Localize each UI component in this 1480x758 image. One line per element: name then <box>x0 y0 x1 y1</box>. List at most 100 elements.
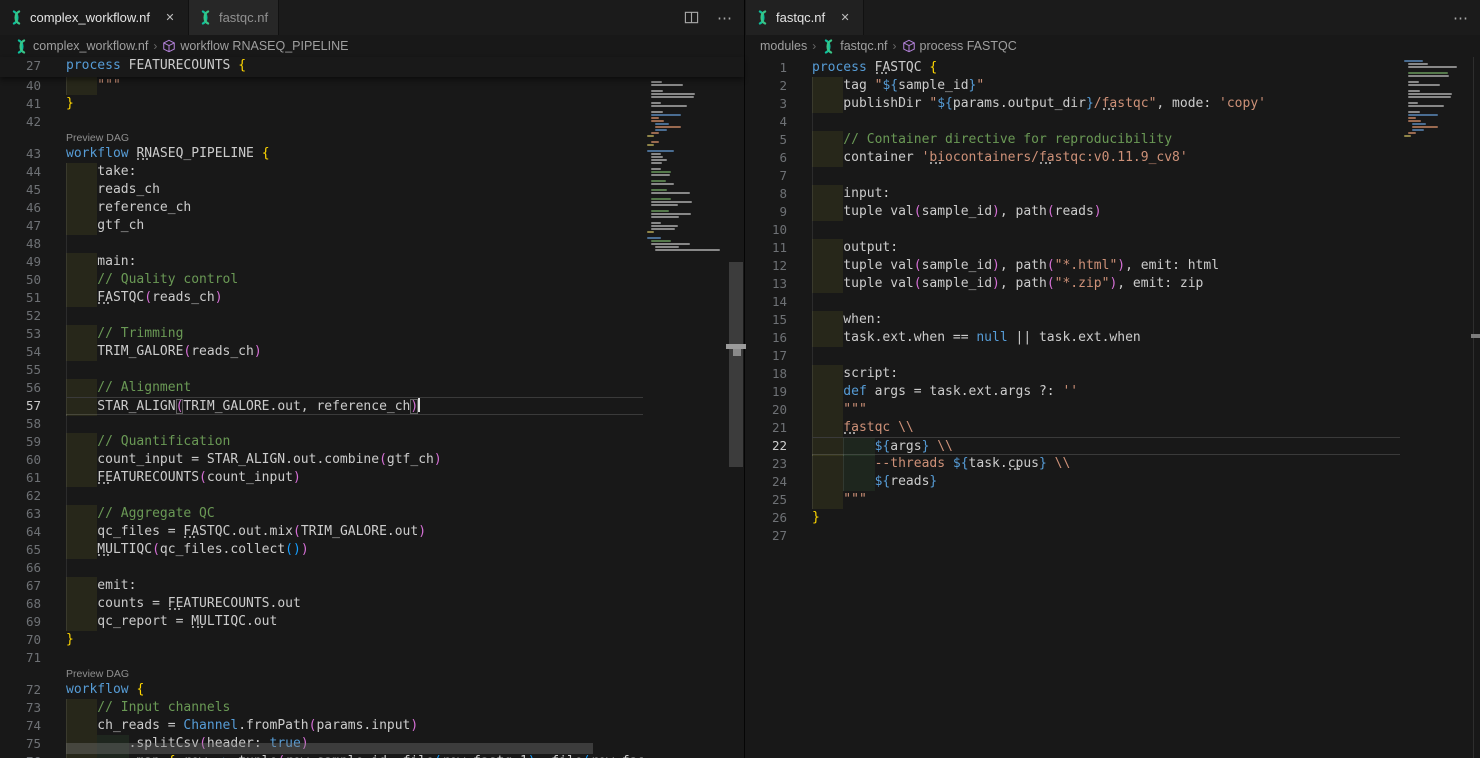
line-number: 16 <box>746 329 787 347</box>
tab-complex-workflow[interactable]: complex_workflow.nf ✕ <box>0 0 189 35</box>
code-line[interactable]: 5// Container directive for reproducibil… <box>746 131 1400 149</box>
code-line[interactable]: 52 <box>0 307 643 325</box>
line-number: 45 <box>0 181 41 199</box>
code-line[interactable]: 17 <box>746 347 1400 365</box>
code-line[interactable]: 67emit: <box>0 577 643 595</box>
code-line[interactable]: 20""" <box>746 401 1400 419</box>
code-line[interactable]: 9tuple val(sample_id), path(reads) <box>746 203 1400 221</box>
code-line[interactable]: 27process FEATURECOUNTS { <box>0 57 744 76</box>
code-line[interactable]: 73// Input channels <box>0 699 643 717</box>
sash-handle-knob[interactable] <box>733 349 741 356</box>
line-number: 25 <box>746 491 787 509</box>
code-line[interactable]: 64qc_files = FASTQC.out.mix(TRIM_GALORE.… <box>0 523 643 541</box>
code-line[interactable]: 69qc_report = MULTIQC.out <box>0 613 643 631</box>
code-line[interactable]: 24${reads} <box>746 473 1400 491</box>
code-line[interactable]: 74ch_reads = Channel.fromPath(params.inp… <box>0 717 643 735</box>
code-line[interactable]: 48 <box>0 235 643 253</box>
line-number: 10 <box>746 221 787 239</box>
codelens: Preview DAG <box>0 131 643 145</box>
code-line[interactable]: 43workflow RNASEQ_PIPELINE { <box>0 145 643 163</box>
code-line[interactable]: 27 <box>746 527 1400 545</box>
breadcrumb-file[interactable]: complex_workflow.nf <box>14 39 148 54</box>
code-line[interactable]: 15when: <box>746 311 1400 329</box>
close-icon[interactable]: ✕ <box>162 11 178 24</box>
code-line[interactable]: 70} <box>0 631 643 649</box>
code-line[interactable]: 22${args} \\ <box>746 437 1400 455</box>
code-line[interactable]: 44take: <box>0 163 643 181</box>
code-line[interactable]: 7 <box>746 167 1400 185</box>
line-number: 5 <box>746 131 787 149</box>
line-number: 6 <box>746 149 787 167</box>
breadcrumb-symbol[interactable]: workflow RNASEQ_PIPELINE <box>162 39 348 53</box>
code-line[interactable]: 25""" <box>746 491 1400 509</box>
tab-fastqc-right[interactable]: fastqc.nf ✕ <box>746 0 864 35</box>
code-line[interactable]: 45reads_ch <box>0 181 643 199</box>
code-line[interactable]: 68counts = FEATURECOUNTS.out <box>0 595 643 613</box>
codelens-preview-dag[interactable]: Preview DAG <box>66 667 129 681</box>
code-line[interactable]: 46reference_ch <box>0 199 643 217</box>
split-editor-icon[interactable] <box>680 7 702 29</box>
code-line[interactable]: 3publishDir "${params.output_dir}/fastqc… <box>746 95 1400 113</box>
chevron-right-icon: › <box>892 39 898 53</box>
code-line[interactable]: 12tuple val(sample_id), path("*.html"), … <box>746 257 1400 275</box>
code-line[interactable]: 65MULTIQC(qc_files.collect()) <box>0 541 643 559</box>
sticky-scroll-line[interactable]: 27process FEATURECOUNTS { <box>0 57 744 77</box>
code-line[interactable]: 49main: <box>0 253 643 271</box>
code-line[interactable]: 8input: <box>746 185 1400 203</box>
code-line[interactable]: 14 <box>746 293 1400 311</box>
code-line[interactable]: 40""" <box>0 77 643 95</box>
code-line[interactable]: 58 <box>0 415 643 433</box>
code-line[interactable]: 1process FASTQC { <box>746 59 1400 77</box>
code-line[interactable]: 26} <box>746 509 1400 527</box>
code-line[interactable]: 42 <box>0 113 643 131</box>
code-line[interactable]: 72workflow { <box>0 681 643 699</box>
breadcrumb-symbol[interactable]: process FASTQC <box>902 39 1017 53</box>
code-line[interactable]: 10 <box>746 221 1400 239</box>
more-actions-icon[interactable]: ⋯ <box>714 7 736 29</box>
sash-handle[interactable] <box>1471 334 1480 338</box>
vertical-scrollbar[interactable] <box>728 57 744 758</box>
code-line[interactable]: 54TRIM_GALORE(reads_ch) <box>0 343 643 361</box>
code-line[interactable]: 4 <box>746 113 1400 131</box>
code-line[interactable]: 53// Trimming <box>0 325 643 343</box>
code-line[interactable]: 41} <box>0 95 643 113</box>
code-line[interactable]: 21fastqc \\ <box>746 419 1400 437</box>
code-line[interactable]: 2tag "${sample_id}" <box>746 77 1400 95</box>
line-number: 17 <box>746 347 787 365</box>
code-line[interactable]: 57STAR_ALIGN(TRIM_GALORE.out, reference_… <box>0 397 643 415</box>
code-line[interactable]: 50// Quality control <box>0 271 643 289</box>
more-actions-icon[interactable]: ⋯ <box>1450 7 1472 29</box>
code-line[interactable]: 62 <box>0 487 643 505</box>
code-line[interactable]: 71 <box>0 649 643 667</box>
breadcrumb-folder[interactable]: modules <box>760 39 807 53</box>
code-line[interactable]: 23--threads ${task.cpus} \\ <box>746 455 1400 473</box>
minimap[interactable] <box>1400 57 1458 758</box>
code-line[interactable]: 19def args = task.ext.args ?: '' <box>746 383 1400 401</box>
code-line[interactable]: 51FASTQC(reads_ch) <box>0 289 643 307</box>
breadcrumb-file[interactable]: fastqc.nf <box>821 39 887 54</box>
code-editor-right[interactable]: 1process FASTQC {2tag "${sample_id}"3pub… <box>746 57 1480 758</box>
codelens-preview-dag[interactable]: Preview DAG <box>66 131 129 145</box>
code-line[interactable]: 6container 'biocontainers/fastqc:v0.11.9… <box>746 149 1400 167</box>
close-icon[interactable]: ✕ <box>837 11 853 24</box>
code-line[interactable]: 61FEATURECOUNTS(count_input) <box>0 469 643 487</box>
line-number: 3 <box>746 95 787 113</box>
horizontal-scrollbar-thumb[interactable] <box>66 743 593 754</box>
code-line[interactable]: 11output: <box>746 239 1400 257</box>
line-number: 23 <box>746 455 787 473</box>
code-line[interactable]: 66 <box>0 559 643 577</box>
code-line[interactable]: 47gtf_ch <box>0 217 643 235</box>
nextflow-icon <box>198 10 213 25</box>
code-line[interactable]: 56// Alignment <box>0 379 643 397</box>
code-line[interactable]: 55 <box>0 361 643 379</box>
minimap[interactable] <box>643 57 728 758</box>
code-editor-left[interactable]: 40"""41}42Preview DAG43workflow RNASEQ_P… <box>0 57 744 758</box>
vertical-scrollbar-track[interactable] <box>1473 57 1480 758</box>
code-line[interactable]: 60count_input = STAR_ALIGN.out.combine(g… <box>0 451 643 469</box>
code-line[interactable]: 13tuple val(sample_id), path("*.zip"), e… <box>746 275 1400 293</box>
tab-fastqc-left[interactable]: fastqc.nf <box>189 0 279 35</box>
code-line[interactable]: 16task.ext.when == null || task.ext.when <box>746 329 1400 347</box>
code-line[interactable]: 63// Aggregate QC <box>0 505 643 523</box>
code-line[interactable]: 59// Quantification <box>0 433 643 451</box>
code-line[interactable]: 18script: <box>746 365 1400 383</box>
